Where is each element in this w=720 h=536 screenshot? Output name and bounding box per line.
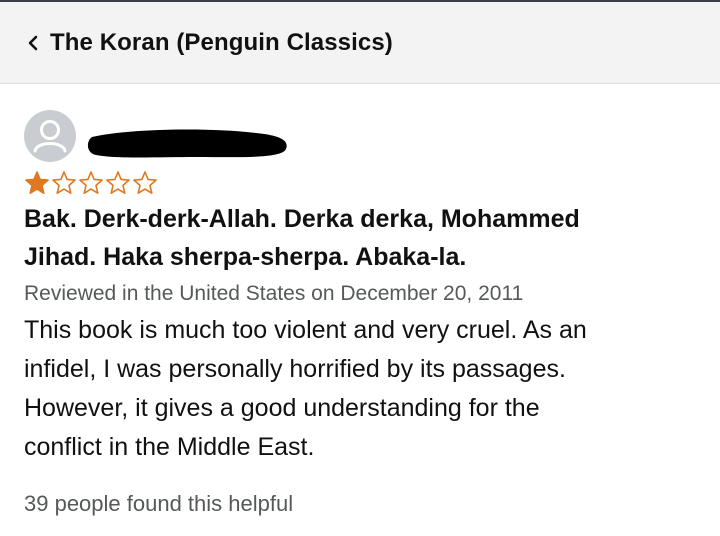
review-body: This book is much too violent and very c… (24, 311, 696, 467)
review-body-line: conflict in the Middle East. (24, 433, 315, 461)
star-rating (24, 170, 696, 196)
review-title-line: Bak. Derk-derk-Allah. Derka derka, Moham… (24, 205, 580, 233)
star-empty-icon (133, 171, 157, 194)
review-body-line: infidel, I was personally horrified by i… (24, 355, 566, 383)
helpful-count: 39 people found this helpful (24, 491, 294, 516)
avatar[interactable] (24, 110, 76, 162)
review-date: Reviewed in the United States on Decembe… (24, 282, 524, 305)
star-empty-icon (106, 171, 130, 194)
review-card: Bak. Derk-derk-Allah. Derka derka, Moham… (24, 106, 696, 519)
review-body-line: This book is much too violent and very c… (24, 316, 587, 344)
reviewer-row (24, 106, 696, 166)
back-link-title[interactable]: The Koran (Penguin Classics) (50, 29, 393, 57)
star-empty-icon (79, 171, 103, 194)
chevron-left-icon[interactable] (22, 32, 44, 54)
redacted-reviewer-name (87, 129, 287, 158)
review-title[interactable]: Bak. Derk-derk-Allah. Derka derka, Moham… (24, 200, 696, 276)
star-empty-icon (52, 171, 76, 194)
review-title-line: Jihad. Haka sherpa-sherpa. Abaka-la. (24, 243, 467, 271)
star-filled-icon (25, 171, 49, 194)
review-body-line: However, it gives a good understanding f… (24, 394, 540, 422)
header-bar: The Koran (Penguin Classics) (0, 2, 720, 84)
user-icon (33, 120, 67, 153)
